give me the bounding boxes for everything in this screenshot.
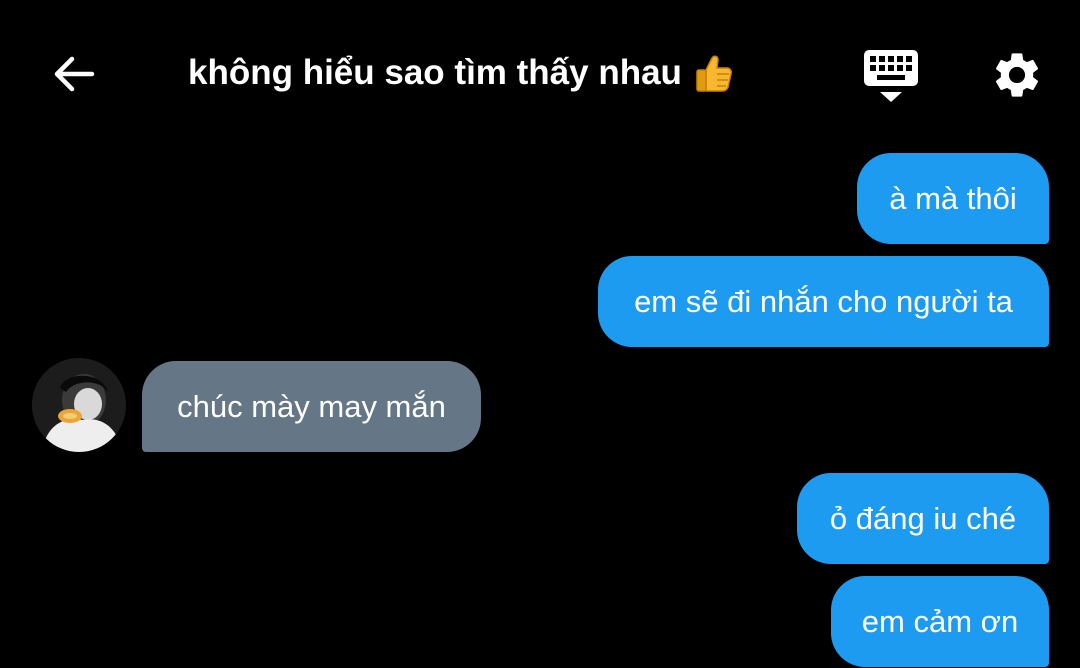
- thumbs-up-icon: [692, 52, 734, 94]
- gear-icon: [995, 53, 1039, 97]
- message-bubble-sent[interactable]: em cảm ơn: [831, 576, 1049, 667]
- settings-button[interactable]: [990, 48, 1044, 102]
- message-text: em sẽ đi nhắn cho người ta: [634, 283, 1013, 319]
- keyboard-icon: [864, 50, 918, 102]
- message-bubble-sent[interactable]: em sẽ đi nhắn cho người ta: [598, 256, 1049, 347]
- back-button[interactable]: [50, 50, 98, 98]
- keyboard-toggle-button[interactable]: [862, 48, 920, 104]
- contact-avatar[interactable]: [32, 358, 126, 452]
- message-bubble-sent[interactable]: à mà thôi: [857, 153, 1049, 244]
- message-bubble-received[interactable]: chúc mày may mắn: [142, 361, 481, 452]
- chat-header: không hiểu sao tìm thấy nhau: [0, 0, 1080, 148]
- conversation-title-text: không hiểu sao tìm thấy nhau: [188, 53, 682, 92]
- conversation-title: không hiểu sao tìm thấy nhau: [188, 50, 734, 96]
- message-text: em cảm ơn: [861, 603, 1019, 639]
- message-text: ỏ đáng iu ché: [829, 500, 1017, 536]
- message-text: chúc mày may mắn: [177, 388, 446, 424]
- message-text: à mà thôi: [889, 180, 1017, 216]
- arrow-left-icon: [54, 56, 95, 92]
- message-bubble-sent[interactable]: ỏ đáng iu ché: [797, 473, 1049, 564]
- contact-photo: [32, 358, 126, 452]
